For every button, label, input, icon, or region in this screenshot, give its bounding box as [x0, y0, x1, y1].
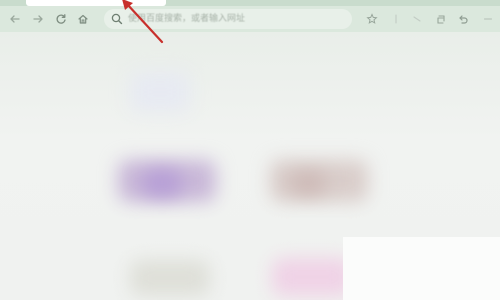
blurred-tile-3[interactable]: [130, 260, 210, 296]
back-button[interactable]: [8, 12, 22, 26]
blurred-tile-1-accent: [142, 170, 182, 196]
star-icon: [366, 13, 378, 24]
blurred-logo: [130, 72, 190, 112]
share-icon: [413, 16, 421, 22]
minus-icon: [483, 18, 493, 20]
collection-icon: [437, 15, 445, 24]
search-icon: [111, 13, 123, 25]
browser-window: 使用百度搜索，或者输入网址: [0, 0, 500, 300]
blurred-tile-4[interactable]: [272, 258, 352, 296]
share-button[interactable]: [410, 12, 424, 26]
forward-button[interactable]: [31, 12, 45, 26]
home-button[interactable]: [76, 12, 90, 26]
arrow-right-icon: [33, 15, 43, 23]
browser-toolbar: 使用百度搜索，或者输入网址: [0, 6, 500, 32]
extension-icon: [395, 14, 397, 24]
minus-button[interactable]: [481, 12, 495, 26]
address-placeholder: 使用百度搜索，或者输入网址: [128, 14, 246, 24]
reload-icon: [56, 14, 66, 24]
address-bar[interactable]: 使用百度搜索，或者输入网址: [104, 9, 352, 29]
undo-button[interactable]: [456, 12, 470, 26]
collection-button[interactable]: [434, 12, 448, 26]
reload-button[interactable]: [54, 12, 68, 26]
blurred-tile-2-accent: [290, 172, 326, 194]
bookmark-button[interactable]: [365, 12, 379, 26]
extension-button[interactable]: [389, 12, 403, 26]
white-overlay-panel: [343, 237, 500, 300]
arrow-left-icon: [10, 15, 20, 23]
undo-icon: [459, 15, 468, 24]
home-icon: [78, 14, 88, 24]
